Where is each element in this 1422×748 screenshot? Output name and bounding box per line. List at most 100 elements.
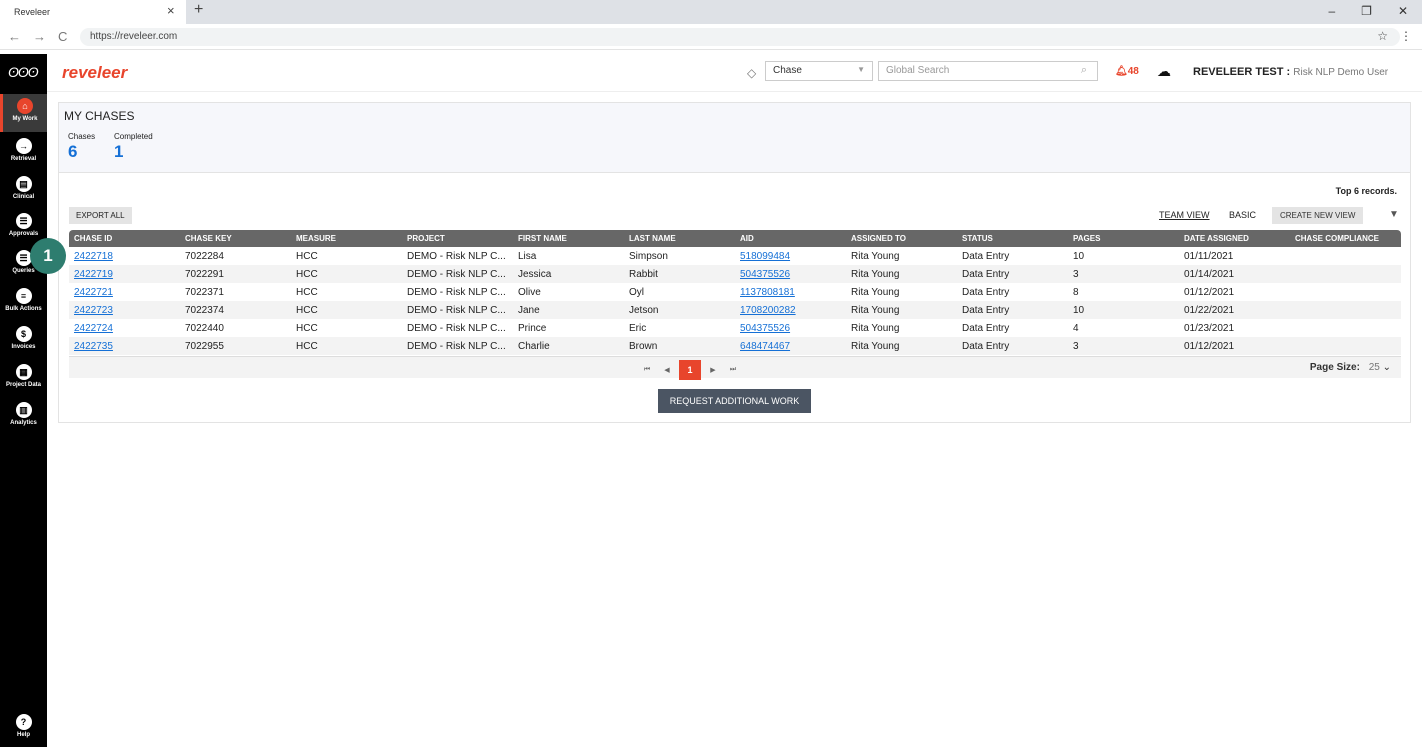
table-row[interactable]: 2422723 7022374 HCC DEMO - Risk NLP C... Jan… bbox=[69, 301, 1401, 319]
aid-link[interactable]: 1137808181 bbox=[740, 287, 795, 298]
aid-link[interactable]: 518099484 bbox=[740, 251, 790, 262]
queries-icon: ☰ bbox=[15, 250, 32, 266]
sidebar-item-analytics[interactable]: ▥ Analytics bbox=[0, 398, 47, 436]
column-header[interactable]: MEASURE bbox=[291, 230, 402, 247]
table-cell: Lisa bbox=[518, 250, 537, 262]
next-page-icon[interactable]: ▶ bbox=[703, 366, 723, 374]
chase-id-link[interactable]: 2422721 bbox=[74, 287, 113, 298]
user-info[interactable]: REVELEER TEST : Risk NLP Demo User bbox=[1193, 66, 1388, 78]
column-header[interactable]: CHASE COMPLIANCE bbox=[1290, 230, 1401, 247]
column-header[interactable]: AID bbox=[735, 230, 846, 247]
url-field[interactable]: https://reveleer.com bbox=[80, 28, 1400, 46]
chase-type-select[interactable]: Chase ▼ bbox=[765, 61, 873, 81]
column-header[interactable]: ASSIGNED TO bbox=[846, 230, 957, 247]
table-row[interactable]: 2422718 7022284 HCC DEMO - Risk NLP C... Lis… bbox=[69, 247, 1401, 265]
cloud-icon[interactable]: ☁ bbox=[1157, 63, 1171, 80]
chase-id-link[interactable]: 2422718 bbox=[74, 251, 113, 262]
table-cell: 7022955 bbox=[180, 337, 291, 355]
column-header[interactable]: FIRST NAME bbox=[513, 230, 624, 247]
basic-view-link[interactable]: BASIC bbox=[1229, 210, 1256, 220]
create-new-view-button[interactable]: CREATE NEW VIEW bbox=[1272, 207, 1364, 224]
browser-menu-icon[interactable]: ⋮ bbox=[1400, 29, 1412, 43]
table-cell: DEMO - Risk NLP C... bbox=[407, 322, 506, 334]
table-cell: 518099484 bbox=[735, 247, 846, 265]
table-cell: Rita Young bbox=[851, 322, 900, 334]
table-cell: Brown bbox=[624, 337, 735, 355]
first-page-icon[interactable]: ⏮ bbox=[637, 366, 657, 374]
sidebar-item-project-data[interactable]: ▦ Project Data bbox=[0, 360, 47, 398]
brand-logo[interactable]: reveleer bbox=[62, 63, 127, 83]
table-cell: 2422724 bbox=[69, 319, 180, 337]
column-header[interactable]: PAGES bbox=[1068, 230, 1179, 247]
new-tab-icon[interactable]: + bbox=[194, 1, 203, 19]
team-view-link[interactable]: TEAM VIEW bbox=[1159, 210, 1210, 220]
restore-icon[interactable]: ❐ bbox=[1361, 4, 1372, 18]
table-cell: 7022284 bbox=[185, 250, 224, 262]
filter-icon[interactable]: ▼ bbox=[1389, 209, 1399, 220]
sidebar-item-label: My Work bbox=[12, 116, 38, 122]
table-row[interactable]: 2422735 7022955 HCC DEMO - Risk NLP C... Cha… bbox=[69, 337, 1401, 355]
search-icon[interactable]: ⌕ bbox=[1081, 64, 1087, 77]
prev-page-icon[interactable]: ◀ bbox=[657, 366, 677, 374]
chases-label: Chases bbox=[68, 132, 96, 141]
column-header[interactable]: LAST NAME bbox=[624, 230, 735, 247]
table-cell: HCC bbox=[296, 286, 318, 298]
aid-link[interactable]: 1708200282 bbox=[740, 305, 796, 316]
completed-stat: Completed 1 bbox=[114, 132, 153, 162]
page-number-current[interactable]: 1 bbox=[679, 360, 701, 380]
sidebar-item-retrieval[interactable]: → Retrieval bbox=[0, 134, 47, 172]
browser-tab-bar: Reveleer × + – ❐ ✕ bbox=[0, 0, 1422, 24]
browser-tab[interactable]: Reveleer bbox=[0, 0, 186, 24]
org-name: REVELEER TEST : bbox=[1193, 66, 1291, 78]
my-chases-card: MY CHASES Chases 6 Completed 1 Top 6 rec… bbox=[58, 102, 1411, 423]
window-close-icon[interactable]: ✕ bbox=[1398, 4, 1408, 18]
page-size-value: 25 bbox=[1368, 362, 1380, 373]
column-header[interactable]: PROJECT bbox=[402, 230, 513, 247]
column-header[interactable]: CHASE KEY bbox=[180, 230, 291, 247]
table-cell: Jane bbox=[513, 301, 624, 319]
chase-id-link[interactable]: 2422723 bbox=[74, 305, 113, 316]
sidebar: ʘʘʘ ⌂ My Work → Retrieval ▤ Clinical ☰ A… bbox=[0, 54, 47, 747]
table-row[interactable]: 2422724 7022440 HCC DEMO - Risk NLP C... Pri… bbox=[69, 319, 1401, 337]
request-additional-work-button[interactable]: REQUEST ADDITIONAL WORK bbox=[658, 389, 811, 413]
chase-id-link[interactable]: 2422724 bbox=[74, 323, 113, 334]
view-switcher: TEAM VIEW BASIC bbox=[1159, 210, 1256, 220]
sidebar-item-bulk-actions[interactable]: ≡ Bulk Actions bbox=[0, 284, 47, 322]
table-cell: Prince bbox=[518, 322, 547, 334]
sidebar-item-my-work[interactable]: ⌂ My Work bbox=[0, 94, 47, 132]
table-header-row: CHASE ID CHASE KEY MEASURE PROJECT FIRST NAM… bbox=[69, 230, 1401, 247]
page-title: MY CHASES bbox=[64, 109, 135, 123]
chase-id-link[interactable]: 2422735 bbox=[74, 341, 113, 352]
close-tab-icon[interactable]: × bbox=[167, 3, 175, 18]
back-icon[interactable]: ← bbox=[8, 29, 21, 44]
table-row[interactable]: 2422721 7022371 HCC DEMO - Risk NLP C... Oli… bbox=[69, 283, 1401, 301]
global-search-input[interactable]: Global Search ⌕ bbox=[878, 61, 1098, 81]
pagination-controls: ⏮ ◀ 1 ▶ ⏭ bbox=[637, 360, 743, 380]
table-cell: DEMO - Risk NLP C... bbox=[402, 301, 513, 319]
alerts-indicator[interactable]: 🔔︎48 bbox=[1115, 66, 1139, 77]
chases-stat: Chases 6 bbox=[68, 132, 95, 162]
sidebar-item-clinical[interactable]: ▤ Clinical bbox=[0, 172, 47, 210]
column-header[interactable]: CHASE ID bbox=[69, 230, 180, 247]
reload-icon[interactable]: C bbox=[58, 29, 67, 44]
forward-icon[interactable]: → bbox=[33, 29, 46, 44]
column-header[interactable]: DATE ASSIGNED bbox=[1179, 230, 1290, 247]
table-row[interactable]: 2422719 7022291 HCC DEMO - Risk NLP C... Jes… bbox=[69, 265, 1401, 283]
chases-count[interactable]: 6 bbox=[68, 142, 95, 162]
page-size-select[interactable]: Page Size: 25 ⌄ bbox=[1310, 362, 1391, 373]
completed-count[interactable]: 1 bbox=[114, 142, 153, 162]
bookmark-star-icon[interactable]: ☆ bbox=[1377, 29, 1388, 43]
chase-id-link[interactable]: 2422719 bbox=[74, 269, 113, 280]
export-all-button[interactable]: EXPORT ALL bbox=[69, 207, 132, 224]
sidebar-item-help[interactable]: ? Help bbox=[0, 710, 47, 748]
minimize-icon[interactable]: – bbox=[1328, 4, 1335, 18]
aid-link[interactable]: 504375526 bbox=[740, 323, 790, 334]
tag-icon: ◇ bbox=[747, 66, 757, 80]
aid-link[interactable]: 504375526 bbox=[740, 269, 790, 280]
column-header[interactable]: STATUS bbox=[957, 230, 1068, 247]
table-cell: 648474467 bbox=[735, 337, 846, 355]
completed-label: Completed bbox=[114, 132, 153, 141]
sidebar-item-invoices[interactable]: $ Invoices bbox=[0, 322, 47, 360]
last-page-icon[interactable]: ⏭ bbox=[723, 366, 743, 374]
aid-link[interactable]: 648474467 bbox=[740, 341, 790, 352]
